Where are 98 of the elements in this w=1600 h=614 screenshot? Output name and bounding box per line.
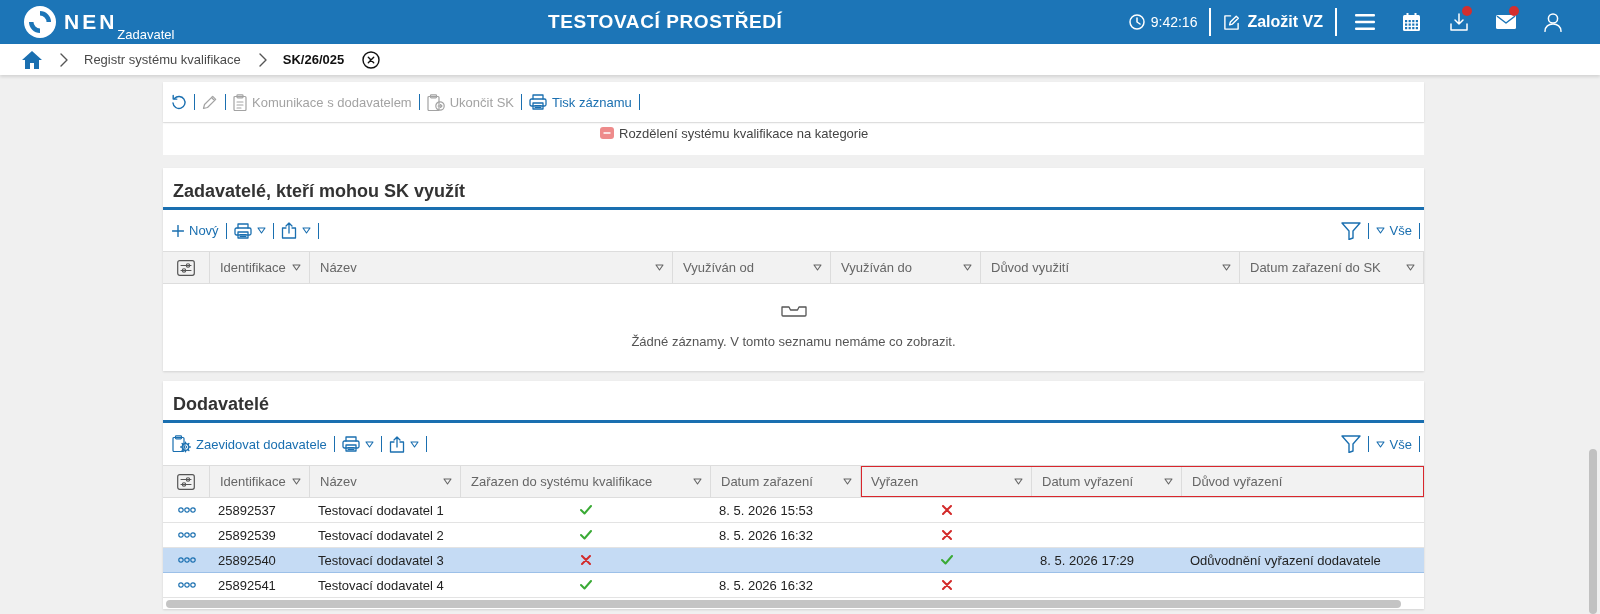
logo-icon [24, 6, 56, 38]
notice-text: Rozdělení systému kvalifikace na kategorie [619, 126, 869, 141]
caret-icon[interactable] [443, 478, 452, 485]
table-cell: 25892539 [218, 527, 276, 543]
section-title: Dodavatelé [173, 394, 270, 414]
scrollbar-thumb[interactable] [1588, 449, 1597, 614]
scrollbar-thumb[interactable] [166, 599, 1401, 608]
caret-icon[interactable] [1014, 478, 1023, 485]
export-icon [388, 435, 405, 453]
more-icon[interactable] [177, 532, 196, 538]
calendar-icon [1403, 13, 1420, 31]
clipboard-gear-icon [172, 435, 191, 453]
clipboard-arrow-icon [426, 93, 445, 111]
download-icon [1449, 13, 1468, 31]
add-supplier-button[interactable]: Zaevidovat dodavatele [169, 435, 330, 453]
caret-icon [1375, 227, 1385, 234]
column-header[interactable]: Využíván od [683, 260, 755, 275]
sliders-icon[interactable] [177, 473, 195, 490]
column-header[interactable]: Důvod využití [991, 260, 1070, 275]
table-cell: Testovací dodavatel 3 [318, 552, 444, 568]
clock-icon [1128, 14, 1145, 30]
column-header[interactable]: Využíván do [841, 260, 913, 275]
table-cell: Testovací dodavatel 2 [318, 527, 444, 543]
table-cell: Testovací dodavatel 1 [318, 502, 444, 518]
chevron-icon [60, 52, 68, 67]
menu-icon [1354, 14, 1375, 30]
column-header[interactable]: Název [320, 260, 357, 275]
funnel-icon [1340, 435, 1361, 453]
printer-icon [341, 436, 360, 452]
close-icon[interactable] [362, 50, 381, 69]
export-icon [280, 222, 297, 239]
section-title: Zadavatelé, kteří mohou SK využít [173, 181, 466, 201]
empty-message: Žádné záznamy. V tomto seznamu nemáme co zobrazit. [631, 334, 956, 349]
clock-time: 9:42:16 [1150, 14, 1198, 30]
refresh-icon [171, 94, 187, 110]
clipboard-icon [233, 93, 247, 111]
user-icon [1543, 12, 1562, 32]
new-button[interactable]: Nový [169, 223, 222, 238]
table-cell: 8. 5. 2026 17:29 [1040, 552, 1134, 568]
envelope-icon [1495, 15, 1516, 29]
edit-icon [1223, 13, 1241, 31]
view-menu-button[interactable]: Vše [1372, 436, 1415, 452]
caret-icon [301, 227, 311, 234]
view-menu-button[interactable]: Vše [1372, 223, 1415, 238]
caret-icon[interactable] [1222, 264, 1231, 271]
table-cell: 25892537 [218, 502, 276, 518]
table-cell: 8. 5. 2026 16:32 [719, 577, 813, 593]
environment-title: TESTOVACÍ PROSTŘEDÍ [548, 11, 783, 33]
sliders-icon[interactable] [177, 259, 195, 276]
caret-icon[interactable] [963, 264, 972, 271]
caret-icon [364, 440, 374, 448]
column-header[interactable]: Datum zařazení [721, 474, 813, 489]
printer-icon [529, 94, 547, 110]
column-header[interactable]: Identifikace [220, 260, 286, 275]
table-cell: Odůvodnění vyřazení dodavatele [1190, 552, 1381, 568]
table-row[interactable]: 25892541 Testovací dodavatel 4 8. 5. 2026 16:32 [163, 573, 1424, 598]
caret-icon[interactable] [292, 478, 301, 485]
badge-icon [600, 127, 614, 139]
breadcrumb-current[interactable]: SK/26/025 [282, 52, 345, 67]
home-icon[interactable] [22, 50, 42, 69]
caret-icon[interactable] [1164, 478, 1173, 485]
table-cell: 8. 5. 2026 15:53 [719, 502, 813, 518]
column-header[interactable]: Datum vyřazení [1042, 474, 1134, 489]
table-cell: Testovací dodavatel 4 [318, 577, 444, 593]
printer-icon [233, 222, 252, 239]
more-icon[interactable] [177, 557, 196, 563]
toolbar-button[interactable]: Tisk záznamu [526, 94, 635, 110]
caret-icon[interactable] [1406, 264, 1415, 271]
table-cell: 25892541 [218, 577, 276, 593]
table-row[interactable]: 25892537 Testovací dodavatel 1 8. 5. 2026 15:53 [163, 498, 1424, 523]
caret-icon[interactable] [813, 264, 822, 271]
create-button[interactable]: Založit VZ [1223, 13, 1323, 31]
logo-text: NEN [64, 10, 118, 33]
column-header[interactable]: Zařazen do systému kvalifikace [471, 474, 653, 489]
tray-icon [780, 305, 807, 317]
caret-icon[interactable] [843, 478, 852, 485]
table-cell: 8. 5. 2026 16:32 [719, 527, 813, 543]
pencil-icon [202, 94, 218, 110]
caret-icon [256, 227, 266, 234]
column-header[interactable]: Vyřazen [871, 474, 919, 489]
column-header[interactable]: Název [320, 474, 357, 489]
plus-icon [172, 224, 184, 237]
more-icon[interactable] [177, 507, 196, 513]
table-row[interactable]: 25892540 Testovací dodavatel 3 8. 5. 2026 17:29 Odůvodnění vyřazení dodavatele [163, 548, 1424, 573]
caret-icon [409, 440, 419, 448]
logo-subtitle: Zadavatel [117, 27, 175, 44]
more-icon[interactable] [177, 582, 196, 588]
caret-icon[interactable] [693, 478, 702, 485]
caret-icon[interactable] [292, 264, 301, 271]
caret-icon[interactable] [655, 264, 664, 271]
column-header[interactable]: Identifikace [220, 474, 286, 489]
funnel-icon [1340, 221, 1361, 240]
chevron-icon [258, 52, 267, 67]
caret-icon [1375, 440, 1385, 448]
table-cell: 25892540 [218, 552, 276, 568]
column-header[interactable]: Datum zařazení do SK [1250, 260, 1381, 275]
column-header[interactable]: Důvod vyřazení [1192, 474, 1283, 489]
breadcrumb-link[interactable]: Registr systému kvalifikace [84, 52, 241, 67]
